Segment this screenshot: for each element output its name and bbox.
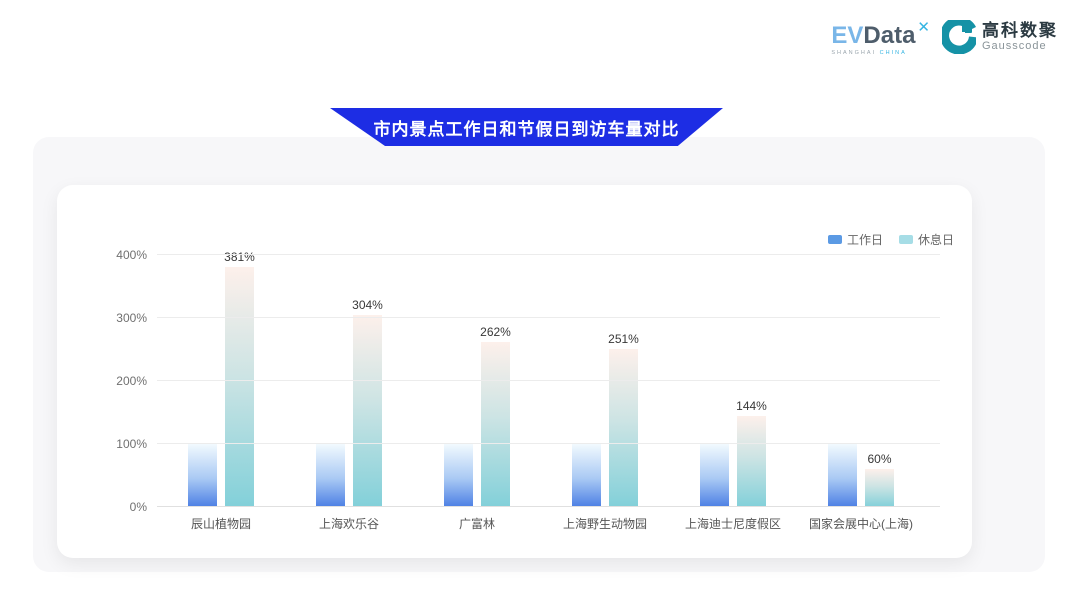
x-axis-label: 上海迪士尼度假区 <box>669 515 797 532</box>
gausscode-en: Gausscode <box>982 40 1058 52</box>
grid-line: 400% <box>157 254 940 255</box>
bar-pair: 262% <box>413 255 541 507</box>
bar-workday <box>700 444 729 507</box>
bar-group: 262%广富林 <box>413 255 541 507</box>
bar-workday <box>828 444 857 507</box>
bar-value-label: 144% <box>736 399 767 413</box>
bar-workday <box>444 444 473 507</box>
gausscode-logo: 高科数聚 Gausscode <box>942 20 1058 54</box>
bar-value-label: 60% <box>867 452 891 466</box>
page: EVData✕ SHANGHAI CHINA 高科数聚 Gausscode 市内… <box>0 0 1080 608</box>
grid-line: 200% <box>157 380 940 381</box>
grid-line: 300% <box>157 317 940 318</box>
gausscode-g-icon <box>942 20 976 54</box>
bar-workday <box>188 444 217 507</box>
bar-restday: 144% <box>737 416 766 507</box>
header-logos: EVData✕ SHANGHAI CHINA 高科数聚 Gausscode <box>831 20 1058 57</box>
bar-group: 144%上海迪士尼度假区 <box>669 255 797 507</box>
x-axis-label: 辰山植物园 <box>157 515 285 532</box>
evdata-logo: EVData✕ SHANGHAI CHINA <box>831 20 928 57</box>
legend-swatch <box>828 235 842 244</box>
evdata-data: Data <box>863 22 915 49</box>
y-axis-label: 0% <box>130 500 147 514</box>
y-axis-label: 100% <box>116 437 147 451</box>
chart-legend: 工作日 休息日 <box>828 231 954 248</box>
evdata-subtitle: SHANGHAI CHINA <box>831 51 928 57</box>
bar-value-label: 381% <box>224 250 255 264</box>
bar-pair: 381% <box>157 255 285 507</box>
chart-title-banner: 市内景点工作日和节假日到访车量对比 <box>330 108 723 146</box>
bar-restday: 381% <box>225 267 254 507</box>
chart-card: 工作日休息日 381%辰山植物园304%上海欢乐谷262%广富林251%上海野生… <box>57 185 972 558</box>
bar-restday: 251% <box>609 349 638 507</box>
x-axis-label: 上海欢乐谷 <box>285 515 413 532</box>
grid-line: 0% <box>157 506 940 507</box>
bar-group: 251%上海野生动物园 <box>541 255 669 507</box>
bar-groups: 381%辰山植物园304%上海欢乐谷262%广富林251%上海野生动物园144%… <box>157 255 940 507</box>
legend-label: 休息日 <box>918 231 954 248</box>
bar-value-label: 304% <box>352 298 383 312</box>
y-axis-label: 300% <box>116 311 147 325</box>
chart-plot-area: 381%辰山植物园304%上海欢乐谷262%广富林251%上海野生动物园144%… <box>157 255 940 507</box>
bar-group: 304%上海欢乐谷 <box>285 255 413 507</box>
x-axis-label: 上海野生动物园 <box>541 515 669 532</box>
x-axis-label: 国家会展中心(上海) <box>797 515 925 532</box>
bar-pair: 60% <box>797 255 925 507</box>
evdata-ev: EV <box>831 22 863 49</box>
bar-pair: 251% <box>541 255 669 507</box>
evdata-wordmark: EVData✕ <box>831 24 928 48</box>
bar-value-label: 262% <box>480 325 511 339</box>
gausscode-cn: 高科数聚 <box>982 22 1058 41</box>
bar-workday <box>316 444 345 507</box>
grid-line: 100% <box>157 443 940 444</box>
legend-label: 工作日 <box>847 231 883 248</box>
legend-item-workday[interactable]: 工作日 <box>828 231 883 248</box>
legend-swatch <box>899 235 913 244</box>
legend-item-restday[interactable]: 休息日 <box>899 231 954 248</box>
y-axis-label: 200% <box>116 374 147 388</box>
bar-restday: 304% <box>353 315 382 507</box>
gausscode-text: 高科数聚 Gausscode <box>982 22 1058 53</box>
bar-pair: 144% <box>669 255 797 507</box>
y-axis-label: 400% <box>116 248 147 262</box>
bar-workday <box>572 444 601 507</box>
x-axis-label: 广富林 <box>413 515 541 532</box>
bar-value-label: 251% <box>608 332 639 346</box>
bar-group: 381%辰山植物园 <box>157 255 285 507</box>
bar-restday: 60% <box>865 469 894 507</box>
bar-group: 60%国家会展中心(上海) <box>797 255 925 507</box>
bar-pair: 304% <box>285 255 413 507</box>
evdata-x-icon: ✕ <box>917 19 930 36</box>
bar-restday: 262% <box>481 342 510 507</box>
